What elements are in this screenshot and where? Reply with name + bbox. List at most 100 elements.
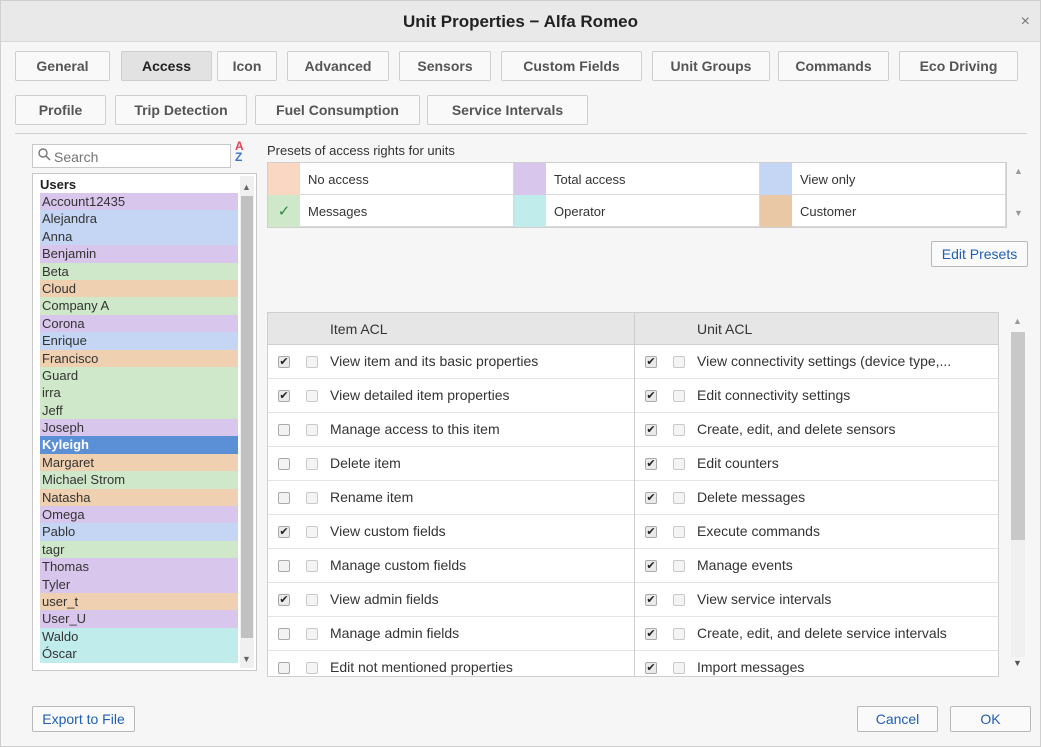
acl-checkbox[interactable] (278, 662, 290, 674)
cancel-button[interactable]: Cancel (857, 706, 938, 732)
tab-icon[interactable]: Icon (217, 51, 277, 81)
scroll-up-icon[interactable]: ▲ (1013, 316, 1022, 326)
acl-checkbox[interactable] (278, 492, 290, 504)
acl-checkbox[interactable]: ✔ (645, 594, 657, 606)
scroll-down-icon[interactable]: ▼ (242, 654, 251, 664)
tab-access[interactable]: Access (121, 51, 212, 81)
acl-checkbox[interactable] (278, 560, 290, 572)
edit-presets-button[interactable]: Edit Presets (931, 241, 1028, 267)
acl-inherited-checkbox[interactable] (673, 458, 685, 470)
tab-profile[interactable]: Profile (15, 95, 106, 125)
user-list-item[interactable]: Omega (40, 506, 238, 524)
acl-inherited-checkbox[interactable] (306, 560, 318, 572)
acl-inherited-checkbox[interactable] (306, 390, 318, 402)
user-list-item[interactable]: Francisco (40, 349, 238, 367)
user-list-item[interactable]: Beta (40, 262, 238, 280)
acl-checkbox[interactable]: ✔ (278, 390, 290, 402)
preset-customer[interactable]: Customer (760, 195, 1006, 227)
scroll-up-icon[interactable]: ▲ (242, 182, 251, 192)
user-list-item[interactable]: Kyleigh (40, 436, 238, 454)
user-list-item[interactable]: user_t (40, 592, 238, 611)
acl-checkbox[interactable]: ✔ (645, 390, 657, 402)
tab-advanced[interactable]: Advanced (287, 51, 389, 81)
user-list-item[interactable]: Account12435 (40, 193, 238, 211)
user-list-item[interactable]: Corona (40, 314, 238, 333)
user-list-item[interactable]: Natasha (40, 488, 238, 507)
presets-scrollbar[interactable]: ▲ ▼ (1011, 162, 1027, 228)
acl-inherited-checkbox[interactable] (306, 492, 318, 504)
acl-checkbox[interactable]: ✔ (278, 594, 290, 606)
preset-messages[interactable]: ✓ Messages (268, 195, 514, 227)
acl-inherited-checkbox[interactable] (306, 356, 318, 368)
acl-checkbox[interactable]: ✔ (645, 662, 657, 674)
acl-scroll-thumb[interactable] (1011, 332, 1025, 540)
user-list-item[interactable]: Óscar (40, 645, 238, 663)
acl-checkbox[interactable] (278, 628, 290, 640)
user-search-box[interactable] (32, 144, 231, 168)
tab-eco-driving[interactable]: Eco Driving (899, 51, 1018, 81)
users-scroll-thumb[interactable] (241, 196, 253, 638)
ok-button[interactable]: OK (950, 706, 1031, 732)
acl-checkbox[interactable]: ✔ (278, 526, 290, 538)
acl-inherited-checkbox[interactable] (306, 424, 318, 436)
user-list-item[interactable]: Waldo (40, 627, 238, 646)
acl-checkbox[interactable]: ✔ (645, 424, 657, 436)
user-list-item[interactable]: irra (40, 384, 238, 402)
preset-operator[interactable]: Operator (514, 195, 760, 227)
tab-sensors[interactable]: Sensors (399, 51, 491, 81)
tab-commands[interactable]: Commands (778, 51, 889, 81)
acl-inherited-checkbox[interactable] (673, 628, 685, 640)
user-list-item[interactable]: Alejandra (40, 210, 238, 228)
preset-no-access[interactable]: No access (268, 163, 514, 195)
user-list-item[interactable]: Guard (40, 366, 238, 385)
user-list-item[interactable]: Cloud (40, 279, 238, 298)
sort-az-icon[interactable]: A Z (235, 140, 244, 163)
acl-checkbox[interactable] (278, 424, 290, 436)
user-list-item[interactable]: tagr (40, 540, 238, 559)
user-list-item[interactable]: Benjamin (40, 245, 238, 263)
acl-inherited-checkbox[interactable] (306, 594, 318, 606)
acl-scrollbar[interactable]: ▲ ▼ (1009, 312, 1027, 677)
acl-inherited-checkbox[interactable] (673, 424, 685, 436)
tab-trip-detection[interactable]: Trip Detection (115, 95, 247, 125)
acl-inherited-checkbox[interactable] (673, 390, 685, 402)
title-bar[interactable]: Unit Properties − Alfa Romeo × (1, 1, 1040, 42)
preset-total-access[interactable]: Total access (514, 163, 760, 195)
user-list-item[interactable]: Company A (40, 297, 238, 315)
scroll-down-icon[interactable]: ▼ (1013, 658, 1022, 668)
tab-service-intervals[interactable]: Service Intervals (427, 95, 588, 125)
acl-inherited-checkbox[interactable] (306, 458, 318, 470)
acl-inherited-checkbox[interactable] (673, 356, 685, 368)
user-list-item[interactable]: Thomas (40, 558, 238, 576)
acl-inherited-checkbox[interactable] (673, 492, 685, 504)
acl-inherited-checkbox[interactable] (306, 662, 318, 674)
user-list-item[interactable]: Pablo (40, 523, 238, 541)
scroll-up-icon[interactable]: ▲ (1014, 166, 1023, 176)
user-list-item[interactable]: User_U (40, 610, 238, 628)
tab-custom-fields[interactable]: Custom Fields (501, 51, 642, 81)
user-list-item[interactable]: Margaret (40, 453, 238, 472)
user-list-item[interactable]: Joseph (40, 419, 238, 437)
user-list-item[interactable]: Tyler (40, 575, 238, 593)
user-list-item[interactable]: Anna (40, 227, 238, 246)
acl-inherited-checkbox[interactable] (306, 526, 318, 538)
tab-unit-groups[interactable]: Unit Groups (652, 51, 770, 81)
acl-checkbox[interactable]: ✔ (645, 458, 657, 470)
search-input[interactable] (52, 147, 226, 167)
acl-inherited-checkbox[interactable] (673, 526, 685, 538)
acl-checkbox[interactable]: ✔ (645, 356, 657, 368)
user-list-item[interactable]: Michael Strom (40, 471, 238, 489)
close-icon[interactable]: × (1021, 13, 1030, 31)
export-to-file-button[interactable]: Export to File (32, 706, 135, 732)
acl-checkbox[interactable]: ✔ (645, 560, 657, 572)
acl-inherited-checkbox[interactable] (673, 560, 685, 572)
acl-checkbox[interactable] (278, 458, 290, 470)
user-list-item[interactable]: Jeff (40, 401, 238, 420)
acl-inherited-checkbox[interactable] (306, 628, 318, 640)
acl-inherited-checkbox[interactable] (673, 662, 685, 674)
preset-view-only[interactable]: View only (760, 163, 1006, 195)
acl-checkbox[interactable]: ✔ (278, 356, 290, 368)
tab-fuel-consumption[interactable]: Fuel Consumption (255, 95, 420, 125)
user-list-item[interactable]: Enrique (40, 332, 238, 350)
acl-inherited-checkbox[interactable] (673, 594, 685, 606)
